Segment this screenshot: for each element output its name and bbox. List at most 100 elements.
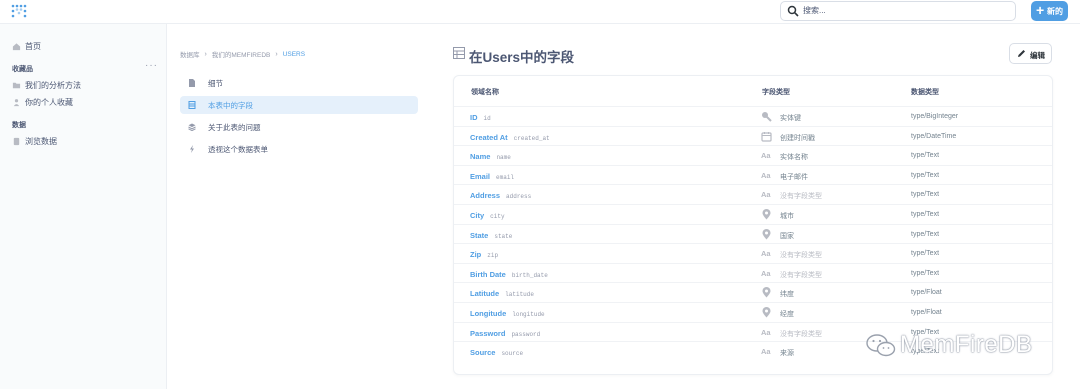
sidebar-item-browse-data[interactable]: 浏览数据: [12, 136, 57, 147]
field-semantic-type: 没有字段类型: [780, 193, 822, 201]
plus-icon: +: [1036, 2, 1045, 18]
watermark: MemFireDB: [866, 331, 1080, 361]
field-name[interactable]: Latitude latitude: [470, 289, 534, 298]
nav-item-fields[interactable]: 本表中的字段: [180, 96, 418, 114]
field-db-name: city: [490, 213, 505, 220]
field-semantic-type: 国家: [780, 232, 794, 240]
field-name[interactable]: Longitude longitude: [470, 309, 545, 318]
field-db-name: zip: [487, 252, 499, 260]
field-display-name: Latitude: [470, 289, 500, 299]
field-data-type: type/Text: [911, 269, 940, 277]
nav-item-label: 本表中的字段: [208, 100, 253, 110]
field-db-name: source: [501, 350, 524, 358]
breadcrumb-database[interactable]: 我们的MEMFIREDB: [212, 49, 271, 59]
table-icon: [188, 101, 196, 109]
field-display-name: Name: [470, 152, 491, 162]
breadcrumb: 数据库 › 我们的MEMFIREDB › USERS: [180, 49, 305, 60]
nav-item-label: 透视这个数据表单: [208, 144, 268, 154]
field-semantic-type: 创建时间戳: [780, 134, 815, 142]
field-data-type: type/Text: [911, 211, 940, 218]
edit-button[interactable]: 编辑: [1009, 43, 1052, 64]
app-logo-icon[interactable]: [11, 4, 27, 18]
table-row: Name name Aa 实体名称 type/Text: [454, 145, 1052, 165]
field-name[interactable]: Created At created_at: [470, 133, 550, 142]
sidebar-item-personal-collection[interactable]: 你的个人收藏: [12, 97, 73, 108]
table-icon: [453, 47, 465, 59]
field-data-type: type/Text: [911, 230, 940, 238]
field-name[interactable]: State state: [470, 231, 512, 240]
field-semantic-type: 经度: [780, 311, 794, 318]
field-display-name: City: [470, 211, 485, 220]
field-name[interactable]: Source source: [470, 348, 523, 357]
sidebar-item-our-analytics[interactable]: 我们的分析方法: [12, 80, 81, 91]
field-name[interactable]: Name name: [470, 152, 511, 161]
field-name[interactable]: Address address: [470, 191, 531, 200]
text-icon: Aa: [761, 190, 771, 200]
field-name[interactable]: Birth Date birth_date: [470, 270, 548, 279]
field-db-name: latitude: [505, 291, 534, 299]
field-data-type: type/Float: [911, 309, 942, 316]
pencil-icon: [1018, 50, 1025, 57]
location-icon: [761, 287, 772, 298]
breadcrumb-databases[interactable]: 数据库: [180, 49, 200, 59]
search-input[interactable]: 搜索...: [780, 1, 1016, 21]
field-display-name: Source: [470, 348, 496, 358]
field-name[interactable]: Password password: [470, 329, 540, 338]
table-row: Email email Aa 电子邮件 type/Text: [454, 164, 1052, 185]
field-db-name: id: [483, 115, 491, 122]
field-data-type: type/Text: [911, 250, 940, 258]
bolt-icon: [190, 145, 194, 153]
table-row: Address address Aa 没有字段类型 type/Text: [454, 184, 1052, 204]
new-button[interactable]: + 新的: [1031, 1, 1068, 21]
sidebar-browse-label: 浏览数据: [25, 137, 57, 146]
field-data-type: type/Text: [911, 152, 940, 160]
main-sidebar: 首页 收藏品 ··· 我们的分析方法 你的个人收藏 数据 浏览数据: [0, 24, 167, 389]
edit-button-label: 编辑: [1030, 51, 1045, 60]
data-heading: 数据: [12, 122, 26, 129]
more-icon[interactable]: ···: [145, 60, 158, 71]
field-data-type: type/Text: [911, 171, 940, 179]
sidebar-home-label: 首页: [25, 42, 41, 51]
field-display-name: Address: [470, 191, 501, 201]
nav-item-questions[interactable]: 关于此表的问题: [180, 118, 418, 136]
field-semantic-type: 纬度: [780, 291, 794, 299]
database-icon: [13, 137, 20, 146]
nav-item-label: 细节: [208, 78, 223, 88]
table-row: ID id 实体键 type/BigInteger: [454, 106, 1052, 126]
key-icon: [761, 111, 772, 122]
table-row: Created At created_at 创建时间戳 type/DateTime: [454, 125, 1052, 146]
table-row: Longitude longitude 经度 type/Float: [454, 302, 1052, 322]
home-icon: [12, 43, 21, 51]
field-semantic-type: 实体名称: [780, 154, 808, 162]
page-title: 在Users中的字段: [469, 50, 575, 65]
document-icon: [189, 79, 195, 87]
field-name[interactable]: ID id: [470, 113, 491, 122]
top-navbar: 搜索... + 新的: [0, 0, 1080, 24]
field-data-type: type/DateTime: [911, 132, 957, 140]
nav-item-xray[interactable]: 透视这个数据表单: [180, 140, 418, 158]
location-icon: [761, 228, 772, 240]
field-data-type: type/Float: [911, 289, 942, 297]
nav-item-details[interactable]: 细节: [180, 74, 418, 92]
watermark-text: MemFireDB: [900, 331, 1033, 358]
field-name[interactable]: Zip zip: [470, 250, 498, 259]
field-semantic-type: 来源: [780, 350, 794, 358]
column-header-field-type: 字段类型: [762, 89, 790, 96]
field-name[interactable]: City city: [470, 211, 505, 220]
table-row: Zip zip Aa 没有字段类型 type/Text: [454, 243, 1052, 263]
chevron-right-icon: ›: [204, 50, 207, 58]
field-display-name: Created At: [470, 132, 508, 142]
sidebar-collection-label: 我们的分析方法: [25, 81, 81, 90]
location-icon: [761, 307, 772, 318]
breadcrumb-table[interactable]: USERS: [283, 51, 305, 58]
sidebar-item-home[interactable]: 首页: [12, 41, 41, 52]
field-name[interactable]: Email email: [470, 172, 514, 181]
text-icon: Aa: [761, 268, 771, 278]
field-db-name: email: [496, 173, 515, 181]
text-icon: Aa: [761, 151, 771, 161]
field-data-type: type/BigInteger: [911, 113, 959, 120]
text-icon: Aa: [761, 347, 771, 357]
text-icon: Aa: [761, 327, 771, 337]
field-semantic-type: 城市: [780, 213, 794, 220]
field-display-name: Birth Date: [470, 269, 506, 279]
